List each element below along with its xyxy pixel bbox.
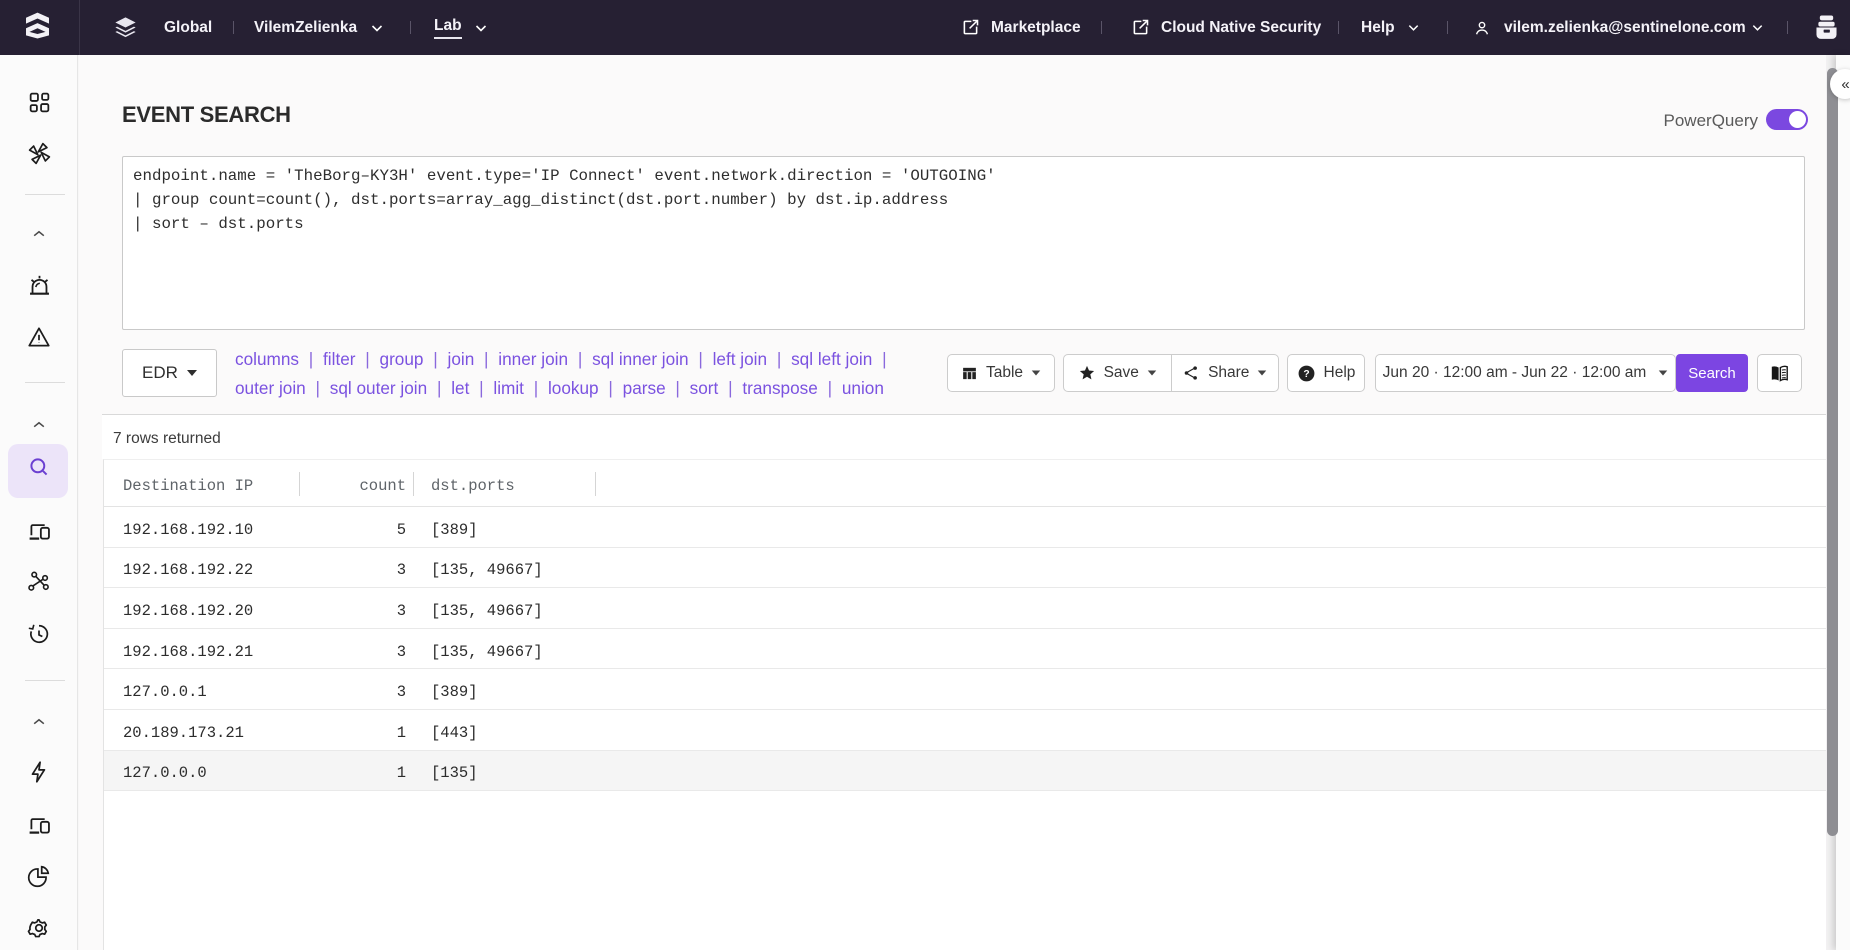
svg-text:?: ? [1303,369,1309,380]
